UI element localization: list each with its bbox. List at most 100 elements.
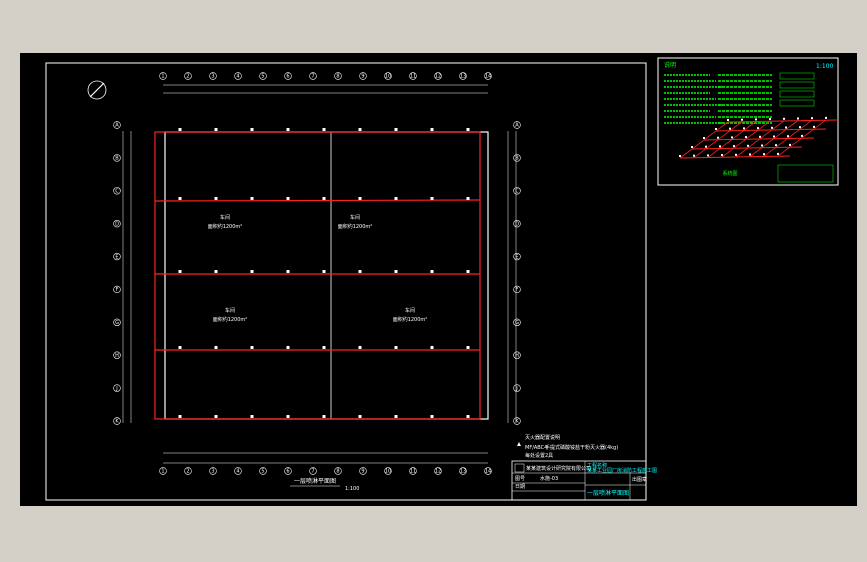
- sprinkler-head-icon: [430, 415, 434, 418]
- axon-sprinkler-head-icon: [777, 152, 779, 155]
- sprinkler-head-icon: [394, 197, 398, 200]
- axon-sprinkler-head-icon: [715, 128, 717, 130]
- sprinkler-head-icon: [214, 346, 218, 349]
- axon-sprinkler-head-icon: [721, 154, 723, 157]
- sprinkler-head-icon: [250, 128, 254, 131]
- plan-scale: 1:100: [345, 486, 359, 492]
- sprinkler-head-icon: [250, 270, 254, 273]
- column-grid-tag-label: 12: [435, 74, 441, 80]
- column-grid-tag-label: 2: [186, 469, 189, 475]
- axon-sprinkler-head-icon: [769, 118, 771, 121]
- sprinkler-head-icon: [250, 415, 254, 418]
- axon-sprinkler-head-icon: [703, 137, 705, 139]
- notes-legend-box: [777, 164, 834, 183]
- room-label-sub: 面积约1200m²: [393, 316, 428, 323]
- row-grid-tag-label: A: [115, 123, 119, 129]
- row-grid-tag-label: H: [515, 353, 519, 359]
- notes-scale: 1:100: [816, 63, 833, 70]
- row-grid-tag-label: J: [115, 386, 117, 392]
- sprinkler-head-icon: [178, 128, 182, 131]
- row-grid-tag-label: E: [515, 254, 518, 260]
- axon-sprinkler-head-icon: [825, 116, 827, 119]
- row-grid-tag-label: D: [115, 221, 119, 227]
- column-grid-tag-label: 6: [286, 469, 289, 475]
- axon-sprinkler-head-icon: [799, 126, 801, 129]
- column-grid-tag-label: 4: [236, 74, 239, 80]
- axon-sprinkler-head-icon: [745, 136, 747, 139]
- column-grid-tag-label: 5: [261, 74, 264, 80]
- column-grid-tag-label: 1: [161, 469, 164, 475]
- sprinkler-head-icon: [358, 270, 362, 273]
- axon-sprinkler-head-icon: [797, 117, 799, 120]
- row-grid-tag-label: H: [115, 353, 119, 359]
- sprinkler-heads: [178, 128, 470, 418]
- axon-sprinkler-head-icon: [707, 154, 709, 157]
- sprinkler-head-icon: [466, 128, 470, 131]
- legend-item-desc: 手提式磷酸铵盐干粉灭火器(4kg): [545, 444, 618, 451]
- sprinkler-head-icon: [394, 415, 398, 418]
- column-grid-tag-label: 2: [186, 74, 189, 80]
- sprinkler-head-icon: [322, 415, 326, 418]
- axon-sprinkler-head-icon: [813, 125, 815, 128]
- column-grid-tags-bottom: 1 2 3 4 5 6 7 8 9 10 11 12 13 14: [159, 467, 492, 475]
- notes-text-lines: [664, 72, 815, 124]
- axon-sprinkler-head-icon: [727, 119, 729, 121]
- axon-sprinkler-head-icon: [761, 144, 763, 147]
- notes-table-cell: [779, 72, 815, 80]
- sprinkler-head-icon: [250, 197, 254, 200]
- sprinkler-head-icon: [286, 128, 290, 131]
- row-grid-tag-label: D: [515, 221, 519, 227]
- drawing-sheet: 1 2 3 4 5 6 7 8 9 10 11 12 13 14 1 2 3 4 5 6 7 8 9 10 11 12 13 14 …: [45, 57, 839, 501]
- cad-drawing-canvas[interactable]: 1 2 3 4 5 6 7 8 9 10 11 12 13 14 1 2 3 4 5 6 7 8 9 10 11 12 13 14 …: [20, 53, 857, 506]
- axon-sprinkler-head-icon: [741, 118, 743, 121]
- notes-table-cell: [779, 90, 815, 98]
- sprinkler-head-icon: [322, 346, 326, 349]
- column-grid-tag-label: 8: [336, 74, 339, 80]
- title-company: 某某建筑设计研究院有限公司: [526, 465, 591, 472]
- room-label-sub: 面积约1200m²: [338, 223, 373, 230]
- sprinkler-head-icon: [430, 197, 434, 200]
- sprinkler-head-icon: [214, 415, 218, 418]
- sprinkler-pipes: [154, 131, 481, 420]
- company-logo-icon: [514, 463, 525, 473]
- axon-sprinkler-head-icon: [801, 134, 803, 137]
- room-label: 车间: [405, 307, 415, 314]
- axon-sprinkler-head-icon: [733, 145, 735, 148]
- axon-sprinkler-head-icon: [789, 143, 791, 146]
- column-grid-tag-label: 1: [161, 74, 164, 80]
- sprinkler-head-icon: [178, 346, 182, 349]
- room-label-sub: 面积约1200m²: [213, 316, 248, 323]
- axon-sprinkler-head-icon: [729, 127, 731, 130]
- title-project-name: 某某工业园厂房消防工程施工图: [587, 467, 657, 474]
- column-grid-tag-label: 7: [311, 469, 314, 475]
- axon-sprinkler-head-icon: [757, 127, 759, 130]
- sprinkler-head-icon: [214, 197, 218, 200]
- sprinkler-head-icon: [214, 128, 218, 131]
- legend-item: MF/ABC4: [525, 445, 547, 451]
- column-grid-tag-label: 7: [311, 74, 314, 80]
- title-date-label: 日期: [515, 484, 525, 490]
- sprinkler-head-icon: [178, 415, 182, 418]
- axon-sprinkler-head-icon: [735, 153, 737, 156]
- sprinkler-head-icon: [358, 197, 362, 200]
- axon-sprinkler-head-icon: [693, 154, 695, 157]
- axonometric-caption: 系统图: [722, 170, 737, 177]
- sprinkler-head-icon: [466, 346, 470, 349]
- sprinkler-head-icon: [322, 128, 326, 131]
- row-grid-tags-right: ABCDEFGHJK: [513, 121, 521, 425]
- column-grid-tags-top: 1 2 3 4 5 6 7 8 9 10 11 12 13 14: [159, 72, 492, 80]
- notes-table-cell: [779, 81, 815, 89]
- column-grid-tag-label: 4: [236, 469, 239, 475]
- sprinkler-head-icon: [394, 270, 398, 273]
- sprinkler-head-icon: [286, 270, 290, 273]
- axon-sprinkler-head-icon: [705, 145, 707, 148]
- title-drawing-name: 一层喷淋平面图: [587, 489, 629, 497]
- column-grid-tag-label: 8: [336, 469, 339, 475]
- title-sheet-label: 图号: [515, 476, 525, 482]
- sprinkler-head-icon: [430, 270, 434, 273]
- sprinkler-head-icon: [322, 197, 326, 200]
- axon-sprinkler-head-icon: [785, 126, 787, 129]
- sprinkler-head-icon: [466, 270, 470, 273]
- sprinkler-head-icon: [358, 415, 362, 418]
- axon-sprinkler-head-icon: [787, 135, 789, 138]
